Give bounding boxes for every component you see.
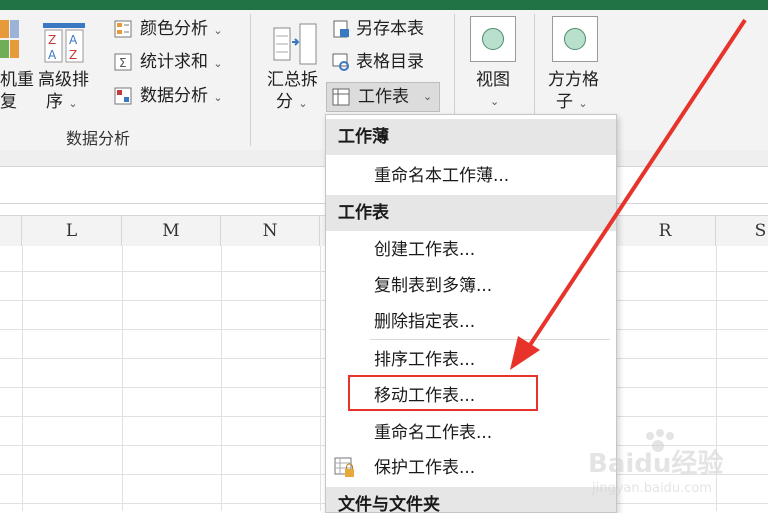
baidu-watermark: Baidu经验 jingyan.baidu.com — [588, 428, 758, 498]
svg-text:Baidu经验: Baidu经验 — [588, 448, 723, 479]
svg-text:jingyan.baidu.com: jingyan.baidu.com — [591, 481, 712, 496]
